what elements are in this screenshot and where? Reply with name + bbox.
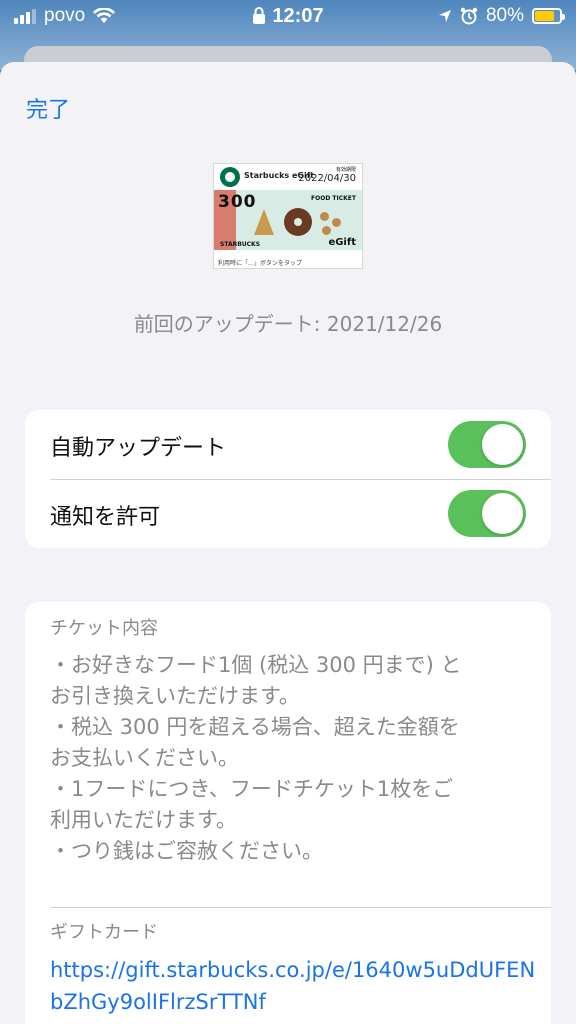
pass-expiry: 2022/04/30 [298,173,356,184]
pass-thumbnail: Starbucks eGift 有効期限 2022/04/30 300 FOOD… [213,163,363,269]
pass-footer: 利用時に「…」ボタンをタップ [218,260,303,267]
pass-amount: 300 [218,192,257,212]
cake-slice-icon [254,209,274,235]
ticket-line: お引き換えいただけます。 [50,684,300,708]
ticket-line: ・税込 300 円を超える場合、超えた金額を [50,715,460,739]
last-updated-text: 前回のアップデート: 2021/12/26 [133,312,443,336]
gift-card-link[interactable]: https://gift.starbucks.co.jp/e/1640w5uDd… [50,954,540,1018]
notification-toggle[interactable] [448,490,526,537]
ticket-line: ・つり銭はご容赦ください。 [50,839,323,863]
pass-info-group: チケット内容 ・お好きなフード1個 (税込 300 円まで) と お引き換えいた… [25,602,551,1024]
ticket-line: ・お好きなフード1個 (税込 300 円まで) と [50,653,462,677]
gift-section-title: ギフトカード [50,922,158,943]
pass-starbucks-text: STARBUCKS [220,241,261,248]
pass-expiry-label: 有効期限 [335,167,356,173]
battery-percent: 80% [485,5,524,26]
section-divider [50,907,551,908]
ticket-line: 利用いただけます。 [50,808,237,832]
ticket-description: ・お好きなフード1個 (税込 300 円まで) と お引き換えいただけます。 ・… [50,650,530,867]
cookie-icon [322,226,331,235]
starbucks-logo-icon [220,167,240,187]
status-bar: povo 12:07 80% [0,0,576,36]
notification-label: 通知を許可 [50,505,161,530]
cookie-icon [332,218,341,227]
status-right: 80% [438,5,565,27]
clock-text: 12:07 [272,5,324,27]
location-arrow-icon [438,10,451,22]
alarm-clock-icon [460,7,478,25]
battery-icon [532,8,565,24]
settings-group: 自動アップデート 通知を許可 [25,410,551,548]
auto-update-label: 自動アップデート [50,436,227,461]
ticket-line: お支払いください。 [50,746,239,770]
cookie-icon [320,212,329,221]
pass-egift-text: eGift [328,237,356,248]
ticket-section-title: チケット内容 [50,618,158,639]
auto-update-toggle[interactable] [448,421,526,468]
notification-row: 通知を許可 [25,479,551,548]
done-button[interactable]: 完了 [26,92,70,124]
donut-icon [284,208,312,236]
pass-food-ticket: FOOD TICKET [311,195,356,202]
lock-icon [252,7,266,30]
ticket-line: ・1フードにつき、フードチケット1枚をご [50,777,454,801]
auto-update-row: 自動アップデート [25,410,551,479]
